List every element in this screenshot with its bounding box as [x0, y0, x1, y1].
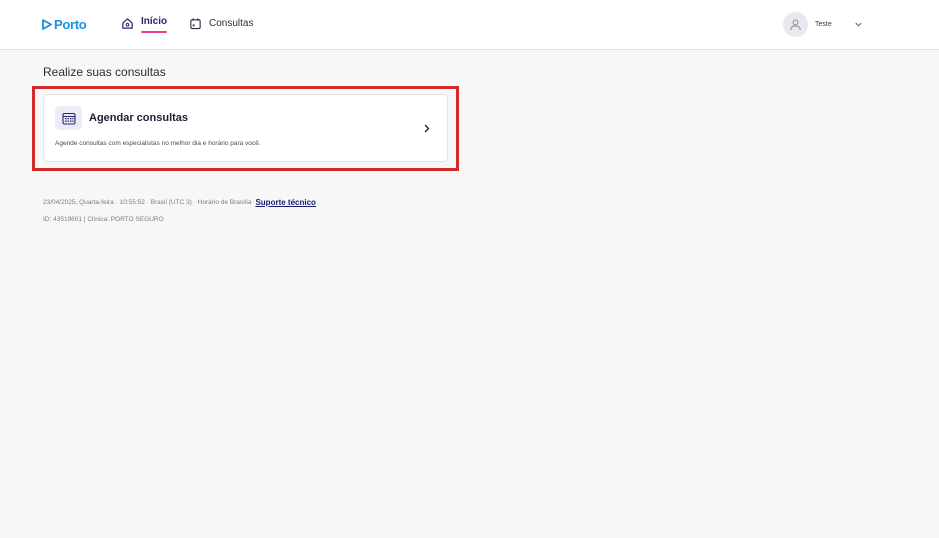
datetime-text: 23/04/2025, Quarta-feira · 10:55:52 · Br… — [43, 199, 252, 206]
user-icon — [790, 19, 801, 30]
footer-id-line: ID: 43519601 | Clínica: PORTO SEGURO — [43, 216, 164, 223]
logo-text: Porto — [54, 16, 87, 32]
chevron-down-icon[interactable] — [854, 20, 863, 29]
card-icon-container — [55, 106, 82, 130]
active-tab-indicator — [141, 31, 168, 33]
card-description: Agende consultas com especialistas no me… — [55, 140, 261, 147]
user-name: Teste — [815, 20, 832, 28]
nav-item-consultas[interactable]: Consultas — [189, 14, 253, 38]
page-title: Realize suas consultas — [43, 65, 166, 79]
footer-datetime-line: 23/04/2025, Quarta-feira · 10:55:52 · Br… — [43, 198, 316, 207]
nav-label-inicio: Início — [141, 16, 168, 27]
top-navigation-bar: Porto Início Consultas Teste — [0, 0, 939, 50]
support-link[interactable]: Suporte técnico — [255, 198, 315, 207]
schedule-appointment-card[interactable]: Agendar consultas Agende consultas com e… — [43, 94, 448, 162]
home-icon — [122, 18, 133, 29]
porto-logo[interactable]: Porto — [42, 16, 87, 32]
calendar-icon — [190, 18, 201, 30]
calendar-grid-icon — [61, 112, 76, 125]
card-title: Agendar consultas — [89, 112, 189, 124]
nav-item-inicio[interactable]: Início — [121, 14, 167, 38]
chevron-right-icon — [424, 124, 430, 133]
user-menu[interactable]: Teste — [783, 11, 863, 37]
avatar — [783, 11, 808, 37]
porto-logo-icon — [42, 18, 52, 30]
nav-label-consultas: Consultas — [209, 18, 254, 29]
